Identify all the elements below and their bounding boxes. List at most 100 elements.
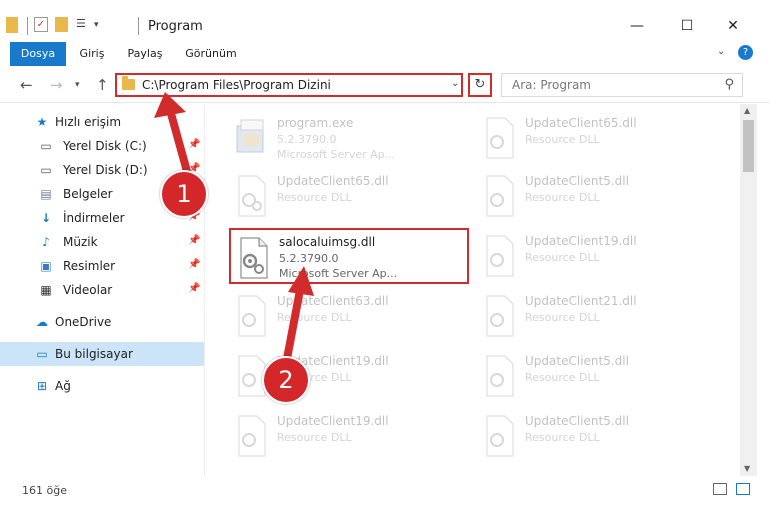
dll-file-icon — [486, 175, 514, 217]
sidebar-item-this-pc[interactable]: ▭ Bu bilgisayar — [0, 342, 204, 366]
sidebar-item-videos[interactable]: ▦ Videolar 📌 — [0, 279, 204, 301]
file-item[interactable]: UpdateClient5.dll Resource DLL — [477, 168, 717, 224]
scroll-up-icon[interactable]: ▲ — [744, 106, 750, 115]
documents-icon: ▤ — [40, 187, 52, 201]
pin-icon[interactable]: 📌 — [188, 235, 200, 246]
file-item[interactable]: UpdateClient5.dll Resource DLL — [477, 348, 717, 404]
dll-file-icon — [486, 117, 514, 159]
new-folder-icon[interactable] — [55, 17, 68, 32]
customize-quick-access-icon[interactable]: ☰ — [76, 17, 90, 31]
sidebar-item-label: Müzik — [63, 235, 98, 249]
vertical-scrollbar[interactable]: ▲ ▼ — [740, 104, 757, 476]
recent-locations-icon[interactable]: ▾ — [75, 80, 80, 90]
chevron-down-icon[interactable]: ▾ — [94, 20, 99, 38]
sidebar-item-quick-access[interactable]: ★ Hızlı erişim — [0, 111, 204, 133]
search-icon: ⚲ — [724, 77, 734, 92]
file-item[interactable]: UpdateClient65.dll Resource DLL — [477, 110, 717, 166]
dll-file-icon — [238, 295, 266, 337]
refresh-button[interactable]: ↻ — [468, 73, 492, 97]
minimize-button[interactable]: — — [614, 12, 660, 40]
pin-icon[interactable]: 📌 — [188, 139, 200, 150]
separator — [138, 17, 139, 35]
file-description: Resource DLL — [525, 251, 600, 264]
expand-ribbon-icon[interactable]: ⌄ — [717, 46, 725, 57]
videos-icon: ▦ — [40, 283, 52, 297]
file-item[interactable]: program.exe 5.2.3790.0 Microsoft Server … — [229, 110, 469, 166]
folder-icon — [6, 17, 18, 33]
pin-icon[interactable]: 📌 — [188, 259, 200, 270]
dll-file-icon — [238, 175, 266, 217]
sidebar-item-label: İndirmeler — [63, 211, 125, 225]
cloud-icon: ☁ — [36, 315, 48, 329]
sidebar-item-music[interactable]: ♪ Müzik 📌 — [0, 231, 204, 253]
large-icons-view-icon[interactable] — [736, 483, 750, 495]
downloads-icon: ↓ — [40, 211, 52, 225]
file-description: Resource DLL — [525, 431, 600, 444]
properties-icon[interactable]: ✓ — [34, 17, 48, 32]
status-bar: 161 öğe — [0, 478, 769, 502]
file-item[interactable]: UpdateClient5.dll Resource DLL — [477, 408, 717, 464]
file-name: UpdateClient5.dll — [525, 414, 629, 428]
refresh-icon: ↻ — [474, 77, 486, 92]
dll-file-icon — [486, 355, 514, 397]
exe-file-icon — [236, 119, 264, 153]
sidebar-item-label: Resimler — [63, 259, 116, 273]
file-name: UpdateClient19.dll — [525, 234, 637, 248]
sidebar-item-network[interactable]: ⊞ Ağ — [0, 375, 204, 397]
scroll-down-icon[interactable]: ▼ — [744, 464, 750, 473]
file-item[interactable]: UpdateClient21.dll Resource DLL — [477, 288, 717, 344]
back-icon[interactable]: ← — [20, 76, 33, 94]
file-description: Resource DLL — [525, 133, 600, 146]
file-description: Microsoft Server Ap... — [279, 267, 398, 280]
dll-file-icon — [486, 235, 514, 277]
pictures-icon: ▣ — [40, 259, 52, 273]
network-icon: ⊞ — [36, 379, 48, 393]
chevron-down-icon[interactable]: ⌄ — [451, 78, 459, 89]
search-input[interactable]: Ara: Program ⚲ — [501, 73, 743, 97]
up-icon[interactable]: ↑ — [96, 76, 109, 94]
sidebar-item-label: Yerel Disk (D:) — [63, 163, 148, 177]
sidebar-item-label: Videolar — [63, 283, 113, 297]
tab-view[interactable]: Görünüm — [180, 42, 242, 66]
item-count: 161 öğe — [22, 484, 67, 497]
dll-file-icon — [486, 415, 514, 457]
file-item[interactable]: UpdateClient65.dll Resource DLL — [229, 168, 469, 224]
address-bar[interactable]: C:\Program Files\Program Dizini ⌄ — [115, 73, 463, 97]
ribbon: Dosya Giriş Paylaş Görünüm ⌄ ? — [0, 42, 769, 66]
title-bar: ✓ ☰ ▾ Program — ☐ ✕ — [0, 0, 769, 42]
sidebar-item-drive-c[interactable]: ▭ Yerel Disk (C:) 📌 — [0, 135, 204, 157]
sidebar-item-label: Belgeler — [63, 187, 113, 201]
pin-icon[interactable]: 📌 — [188, 283, 200, 294]
sidebar-item-label: Yerel Disk (C:) — [63, 139, 147, 153]
scrollbar-thumb[interactable] — [743, 120, 754, 172]
tab-file[interactable]: Dosya — [10, 42, 66, 66]
maximize-button[interactable]: ☐ — [664, 12, 710, 40]
forward-icon[interactable]: → — [50, 76, 63, 94]
step-badge-2: 2 — [262, 356, 310, 404]
close-button[interactable]: ✕ — [710, 12, 756, 40]
search-placeholder: Ara: Program — [512, 78, 591, 92]
file-item[interactable]: UpdateClient63.dll Resource DLL — [229, 288, 469, 344]
file-name: UpdateClient65.dll — [277, 174, 389, 188]
file-item[interactable]: UpdateClient19.dll Resource DLL — [477, 228, 717, 284]
file-name: UpdateClient5.dll — [525, 354, 629, 368]
computer-icon: ▭ — [36, 347, 48, 361]
file-description: Resource DLL — [525, 311, 600, 324]
sidebar-item-pictures[interactable]: ▣ Resimler 📌 — [0, 255, 204, 277]
file-item[interactable]: UpdateClient19.dll Resource DLL — [229, 408, 469, 464]
window-title: Program — [148, 19, 203, 34]
dll-file-icon — [238, 415, 266, 457]
help-icon[interactable]: ? — [738, 45, 753, 60]
tab-share[interactable]: Paylaş — [122, 42, 168, 66]
file-description: Resource DLL — [525, 371, 600, 384]
separator — [27, 17, 28, 35]
sidebar-item-onedrive[interactable]: ☁ OneDrive — [0, 311, 204, 333]
dll-file-icon — [486, 295, 514, 337]
tab-home[interactable]: Giriş — [72, 42, 112, 66]
file-version: 5.2.3790.0 — [279, 252, 339, 265]
details-view-icon[interactable] — [713, 483, 727, 495]
file-description: Microsoft Server Ap... — [277, 148, 396, 161]
address-row: ← → ▾ ↑ C:\Program Files\Program Dizini … — [0, 68, 769, 103]
file-item-highlighted[interactable]: salocaluimsg.dll 5.2.3790.0 Microsoft Se… — [229, 228, 469, 284]
step-badge-1: 1 — [160, 170, 208, 218]
